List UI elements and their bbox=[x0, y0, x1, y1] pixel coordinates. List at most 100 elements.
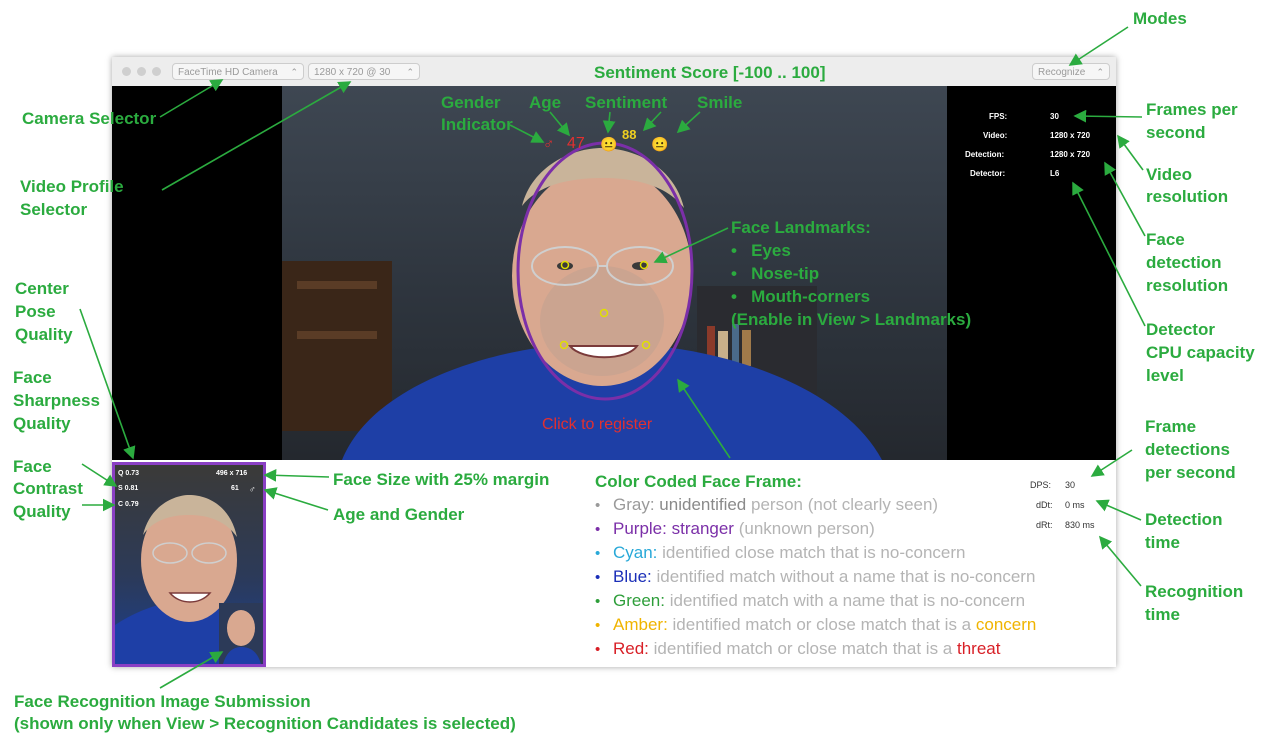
ddt-label: dDt: bbox=[1036, 500, 1053, 510]
legend-level: concern bbox=[975, 615, 1037, 634]
annotation-face-size: Face Size with 25% margin bbox=[333, 470, 550, 489]
legend-color-name: Amber: bbox=[613, 615, 668, 634]
mode-value: Recognize bbox=[1038, 67, 1086, 78]
legend-description: identified match or close match that is … bbox=[653, 639, 953, 658]
legend-bullet-icon: • bbox=[595, 521, 601, 538]
video-profile-selector[interactable]: 1280 x 720 @ 30 ⌃ bbox=[308, 63, 420, 80]
chevron-updown-icon: ⌃ bbox=[406, 67, 414, 77]
annotation-landmarks-nose: • Nose-tip bbox=[731, 264, 820, 283]
annotation-frame-det-1: Frame bbox=[1145, 417, 1197, 436]
legend-row: • Purple: stranger (unknown person) bbox=[595, 519, 875, 540]
annotation-frame-det-2: detections bbox=[1145, 440, 1231, 459]
legend-description: person (not clearly seen) bbox=[751, 495, 939, 514]
annotation-video-profile-2: Selector bbox=[20, 200, 88, 219]
smile-emoji-icon: 😐 bbox=[651, 136, 669, 152]
detector-label: Detector: bbox=[970, 169, 1006, 178]
annotation-sentiment: Sentiment bbox=[585, 93, 668, 112]
center-pose-quality: Q 0.73 bbox=[118, 470, 140, 477]
candidate-thumbnail[interactable]: Q 0.73 S 0.81 C 0.79 496 x 716 61 ♂ bbox=[112, 462, 266, 667]
legend-description: (unknown person) bbox=[738, 519, 875, 538]
dps-label: DPS: bbox=[1030, 480, 1052, 490]
legend-bullet-icon: • bbox=[595, 593, 601, 610]
sentiment-score: 88 bbox=[622, 127, 637, 142]
annotation-frame-det-3: per second bbox=[1145, 463, 1236, 482]
dps-value: 30 bbox=[1065, 480, 1076, 490]
annotation-landmarks-title: Face Landmarks: bbox=[731, 218, 871, 237]
mode-selector[interactable]: Recognize ⌃ bbox=[1032, 63, 1110, 80]
gender-indicator: ♂ bbox=[543, 136, 555, 153]
annotation-fps-1: Frames per bbox=[1146, 100, 1238, 119]
legend-description: identified match without a name that is … bbox=[656, 567, 1036, 586]
annotation-sharpness-1: Face bbox=[13, 368, 52, 387]
legend-color-name: Red: bbox=[613, 639, 649, 658]
close-window-button[interactable] bbox=[122, 67, 131, 76]
annotation-center-pose-2: Pose bbox=[15, 302, 56, 321]
annotation-video-profile-1: Video Profile bbox=[20, 177, 124, 196]
minimize-window-button[interactable] bbox=[137, 67, 146, 76]
annotation-contrast-3: Quality bbox=[13, 502, 71, 521]
detection-res-label: Detection: bbox=[965, 150, 1005, 159]
ddt-value: 0 ms bbox=[1065, 500, 1085, 510]
video-preview[interactable]: ♂ 47 😐 88 😐 Click to register FPS: 30 Vi… bbox=[112, 86, 1116, 460]
annotation-submission-1: Face Recognition Image Submission bbox=[14, 692, 311, 711]
legend-description: identified match or close match that is … bbox=[672, 615, 972, 634]
legend-row: • Cyan: identified close match that is no… bbox=[595, 543, 965, 564]
annotation-rec-time-2: time bbox=[1145, 605, 1180, 624]
legend-description: identified close match that is no-concer… bbox=[662, 543, 966, 562]
detection-res-value: 1280 x 720 bbox=[1050, 150, 1091, 159]
annotation-gender-1: Gender bbox=[441, 93, 501, 112]
legend-color-name: Blue: bbox=[613, 567, 652, 586]
sentiment-emoji-icon: 😐 bbox=[600, 136, 618, 152]
annotation-detector-2: CPU capacity bbox=[1146, 343, 1255, 362]
annotation-camera-selector: Camera Selector bbox=[22, 109, 157, 128]
drt-label: dRt: bbox=[1036, 520, 1053, 530]
annotation-landmarks-enable: (Enable in View > Landmarks) bbox=[731, 310, 972, 329]
camera-scene: ♂ 47 😐 88 😐 Click to register bbox=[282, 86, 947, 460]
fps-label: FPS: bbox=[989, 112, 1008, 121]
annotation-fps-2: second bbox=[1146, 123, 1206, 142]
annotation-center-pose-3: Quality bbox=[15, 325, 73, 344]
annotation-age: Age bbox=[529, 93, 562, 112]
register-prompt[interactable]: Click to register bbox=[542, 416, 652, 434]
age-indicator: 47 bbox=[567, 135, 585, 152]
fps-value: 30 bbox=[1050, 112, 1059, 121]
legend-level: threat bbox=[956, 639, 1001, 658]
legend-row: • Amber: identified match or close match … bbox=[595, 615, 1036, 636]
annotation-video-res-1: Video bbox=[1146, 165, 1192, 184]
chevron-updown-icon: ⌃ bbox=[1096, 67, 1104, 77]
annotation-face-det-3: resolution bbox=[1146, 276, 1229, 295]
sharpness-quality: S 0.81 bbox=[118, 485, 139, 492]
annotation-contrast-2: Contrast bbox=[13, 479, 83, 498]
drt-value: 830 ms bbox=[1065, 520, 1095, 530]
annotation-face-det-1: Face bbox=[1146, 230, 1185, 249]
face-size-value: 496 x 716 bbox=[216, 470, 248, 477]
annotation-landmarks-mouth: • Mouth-corners bbox=[731, 287, 871, 306]
annotation-sentiment-score: Sentiment Score [-100 .. 100] bbox=[594, 63, 826, 82]
annotation-rec-time-1: Recognition bbox=[1145, 582, 1244, 601]
camera-selector[interactable]: FaceTime HD Camera ⌃ bbox=[172, 63, 304, 80]
contrast-quality: C 0.79 bbox=[118, 501, 139, 508]
annotation-video-res-2: resolution bbox=[1146, 187, 1229, 206]
candidate-face-image bbox=[115, 495, 263, 664]
annotation-face-det-2: detection bbox=[1146, 253, 1222, 272]
annotation-modes: Modes bbox=[1133, 9, 1187, 28]
legend-key: stranger bbox=[671, 519, 734, 538]
legend-key: unidentified bbox=[659, 495, 747, 514]
zoom-window-button[interactable] bbox=[152, 67, 161, 76]
annotation-detector-1: Detector bbox=[1146, 320, 1215, 339]
annotation-detector-3: level bbox=[1146, 366, 1184, 385]
annotation-landmarks-eyes: • Eyes bbox=[731, 241, 791, 260]
annotation-smile: Smile bbox=[697, 93, 743, 112]
legend-color-name: Gray: bbox=[613, 495, 655, 514]
detector-value: L6 bbox=[1050, 169, 1060, 178]
legend-description: identified match with a name that is no-… bbox=[669, 591, 1026, 610]
legend-color-name: Green: bbox=[613, 591, 665, 610]
legend-color-name: Cyan: bbox=[613, 543, 658, 562]
legend-bullet-icon: • bbox=[595, 497, 601, 514]
annotation-det-time-1: Detection bbox=[1145, 510, 1223, 529]
camera-selector-value: FaceTime HD Camera bbox=[178, 67, 278, 78]
video-profile-value: 1280 x 720 @ 30 bbox=[314, 67, 391, 78]
legend-bullet-icon: • bbox=[595, 617, 601, 634]
annotation-sharpness-2: Sharpness bbox=[13, 391, 100, 410]
annotation-det-time-2: time bbox=[1145, 533, 1180, 552]
